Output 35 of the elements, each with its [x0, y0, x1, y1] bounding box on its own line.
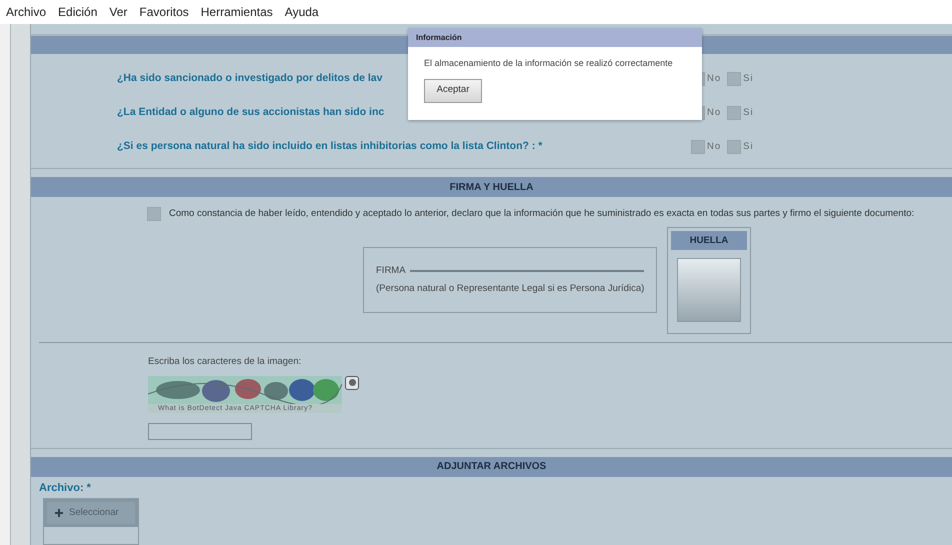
- menu-item[interactable]: Edición: [58, 3, 98, 21]
- declaration-text: Como constancia de haber leído, entendido y aceptado lo anterior, declaro que la información que he suministrado es exacta en todas sus partes y firmo el siguiente documento:: [169, 207, 914, 221]
- checkbox[interactable]: [727, 72, 742, 86]
- menu-item[interactable]: Herramientas: [200, 3, 273, 21]
- fingerprint-title: HUELLA: [690, 234, 728, 248]
- section-title: FIRMA Y HUELLA: [450, 180, 534, 194]
- section-title: ADJUNTAR ARCHIVOS: [436, 460, 546, 474]
- checkbox[interactable]: [727, 106, 742, 120]
- option-label: Si: [743, 140, 754, 154]
- option-label: No: [707, 72, 722, 86]
- checkbox[interactable]: [691, 140, 705, 154]
- menu-item[interactable]: Ver: [109, 3, 128, 21]
- question-text: ¿La Entidad o alguno de sus accionistas han sido inc: [116, 105, 386, 120]
- captcha-label: Escriba los caracteres de la imagen:: [148, 355, 302, 370]
- menu-item[interactable]: Favoritos: [139, 3, 189, 21]
- field-label: Archivo: *: [38, 480, 92, 496]
- accept-button[interactable]: Aceptar: [424, 78, 482, 102]
- option-label: No: [707, 106, 722, 120]
- menu-item[interactable]: Archivo: [6, 3, 46, 21]
- refresh-icon[interactable]: [345, 376, 359, 390]
- option-label: No: [707, 140, 722, 154]
- dialog-message: El almacenamiento de la información se realizó correctamente: [423, 57, 674, 70]
- captcha-input[interactable]: [148, 422, 252, 440]
- menu-item[interactable]: Ayuda: [284, 3, 319, 21]
- signature-note: (Persona natural o Representante Legal si es Persona Jurídica): [376, 282, 644, 296]
- option-label: Si: [743, 106, 754, 120]
- fingerprint-area: [677, 258, 741, 322]
- dialog-title: Información: [416, 32, 462, 44]
- checkbox[interactable]: [727, 140, 742, 154]
- question-text: ¿Si es persona natural ha sido incluido en listas inhibitorias como la lista Clinton? : *: [116, 139, 544, 154]
- question-text: ¿Ha sido sancionado o investigado por delitos de lav: [116, 71, 384, 86]
- checkbox[interactable]: [147, 207, 161, 222]
- option-label: Si: [743, 72, 754, 86]
- plus-icon: [55, 509, 63, 517]
- signature-label: FIRMA: [376, 264, 406, 278]
